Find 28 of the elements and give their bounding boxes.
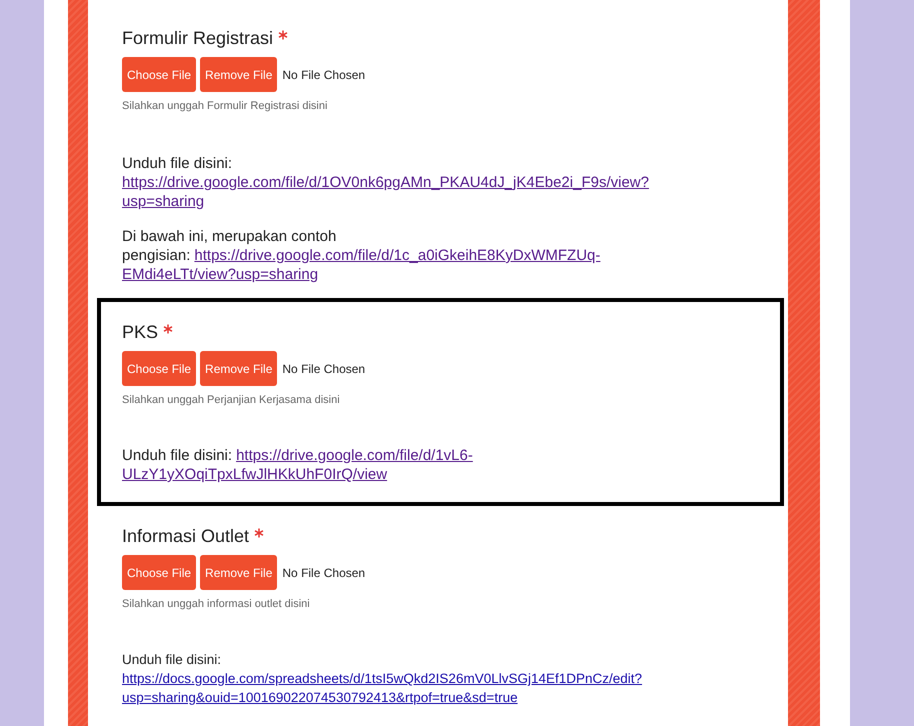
body-text: Unduh file disini: (122, 446, 232, 465)
file-status: No File Chosen (282, 566, 366, 580)
file-link[interactable]: EMdi4eLTt/view?usp=sharing (122, 265, 318, 284)
file-link[interactable]: https://drive.google.com/file/d/1vL6- (236, 446, 473, 465)
remove-file-button[interactable]: Remove File (200, 57, 278, 92)
choose-file-button[interactable]: Choose File (122, 351, 196, 386)
remove-file-button[interactable]: Remove File (200, 351, 278, 386)
body-text: Di bawah ini, merupakan contoh (122, 227, 336, 246)
field-hint: Silahkan unggah Perjanjian Kerjasama disini (122, 394, 341, 406)
choose-file-button[interactable]: Choose File (122, 57, 196, 92)
file-link[interactable]: https://drive.google.com/file/d/1OV0nk6pgAMn_PKAU4dJ_jK4Ebe2i_F9s/view? (122, 173, 649, 192)
file-link[interactable]: usp=sharing (122, 192, 204, 211)
file-link[interactable]: usp=sharing&ouid=100169022074530792413&rtpof=true&sd=true (122, 688, 518, 707)
body-text: Unduh file disini: (122, 651, 222, 669)
file-link[interactable]: https://docs.google.com/spreadsheets/d/1tsI5wQkd2IS26mV0LlvSGj14Ef1DPnCz/edit? (122, 669, 642, 688)
file-status: No File Chosen (282, 362, 366, 376)
choose-file-button[interactable]: Choose File (122, 555, 196, 590)
file-link[interactable]: https://drive.google.com/file/d/1c_a0iGkeihE8KyDxWMFZUq- (194, 246, 600, 265)
field-title: Informasi Outlet (122, 525, 250, 548)
file-link[interactable]: ULzY1yXOqiTpxLfwJlHKkUhF0IrQ/view (122, 465, 388, 484)
remove-file-button[interactable]: Remove File (200, 555, 278, 590)
file-status: No File Chosen (282, 68, 366, 82)
field-title: PKS (122, 321, 158, 344)
field-hint: Silahkan unggah Formulir Registrasi disini (122, 100, 328, 112)
field-title: Formulir Registrasi (122, 27, 274, 50)
field-hint: Silahkan unggah informasi outlet disini (122, 598, 311, 610)
body-text: Unduh file disini: (122, 154, 232, 173)
body-text: pengisian: (122, 246, 190, 265)
